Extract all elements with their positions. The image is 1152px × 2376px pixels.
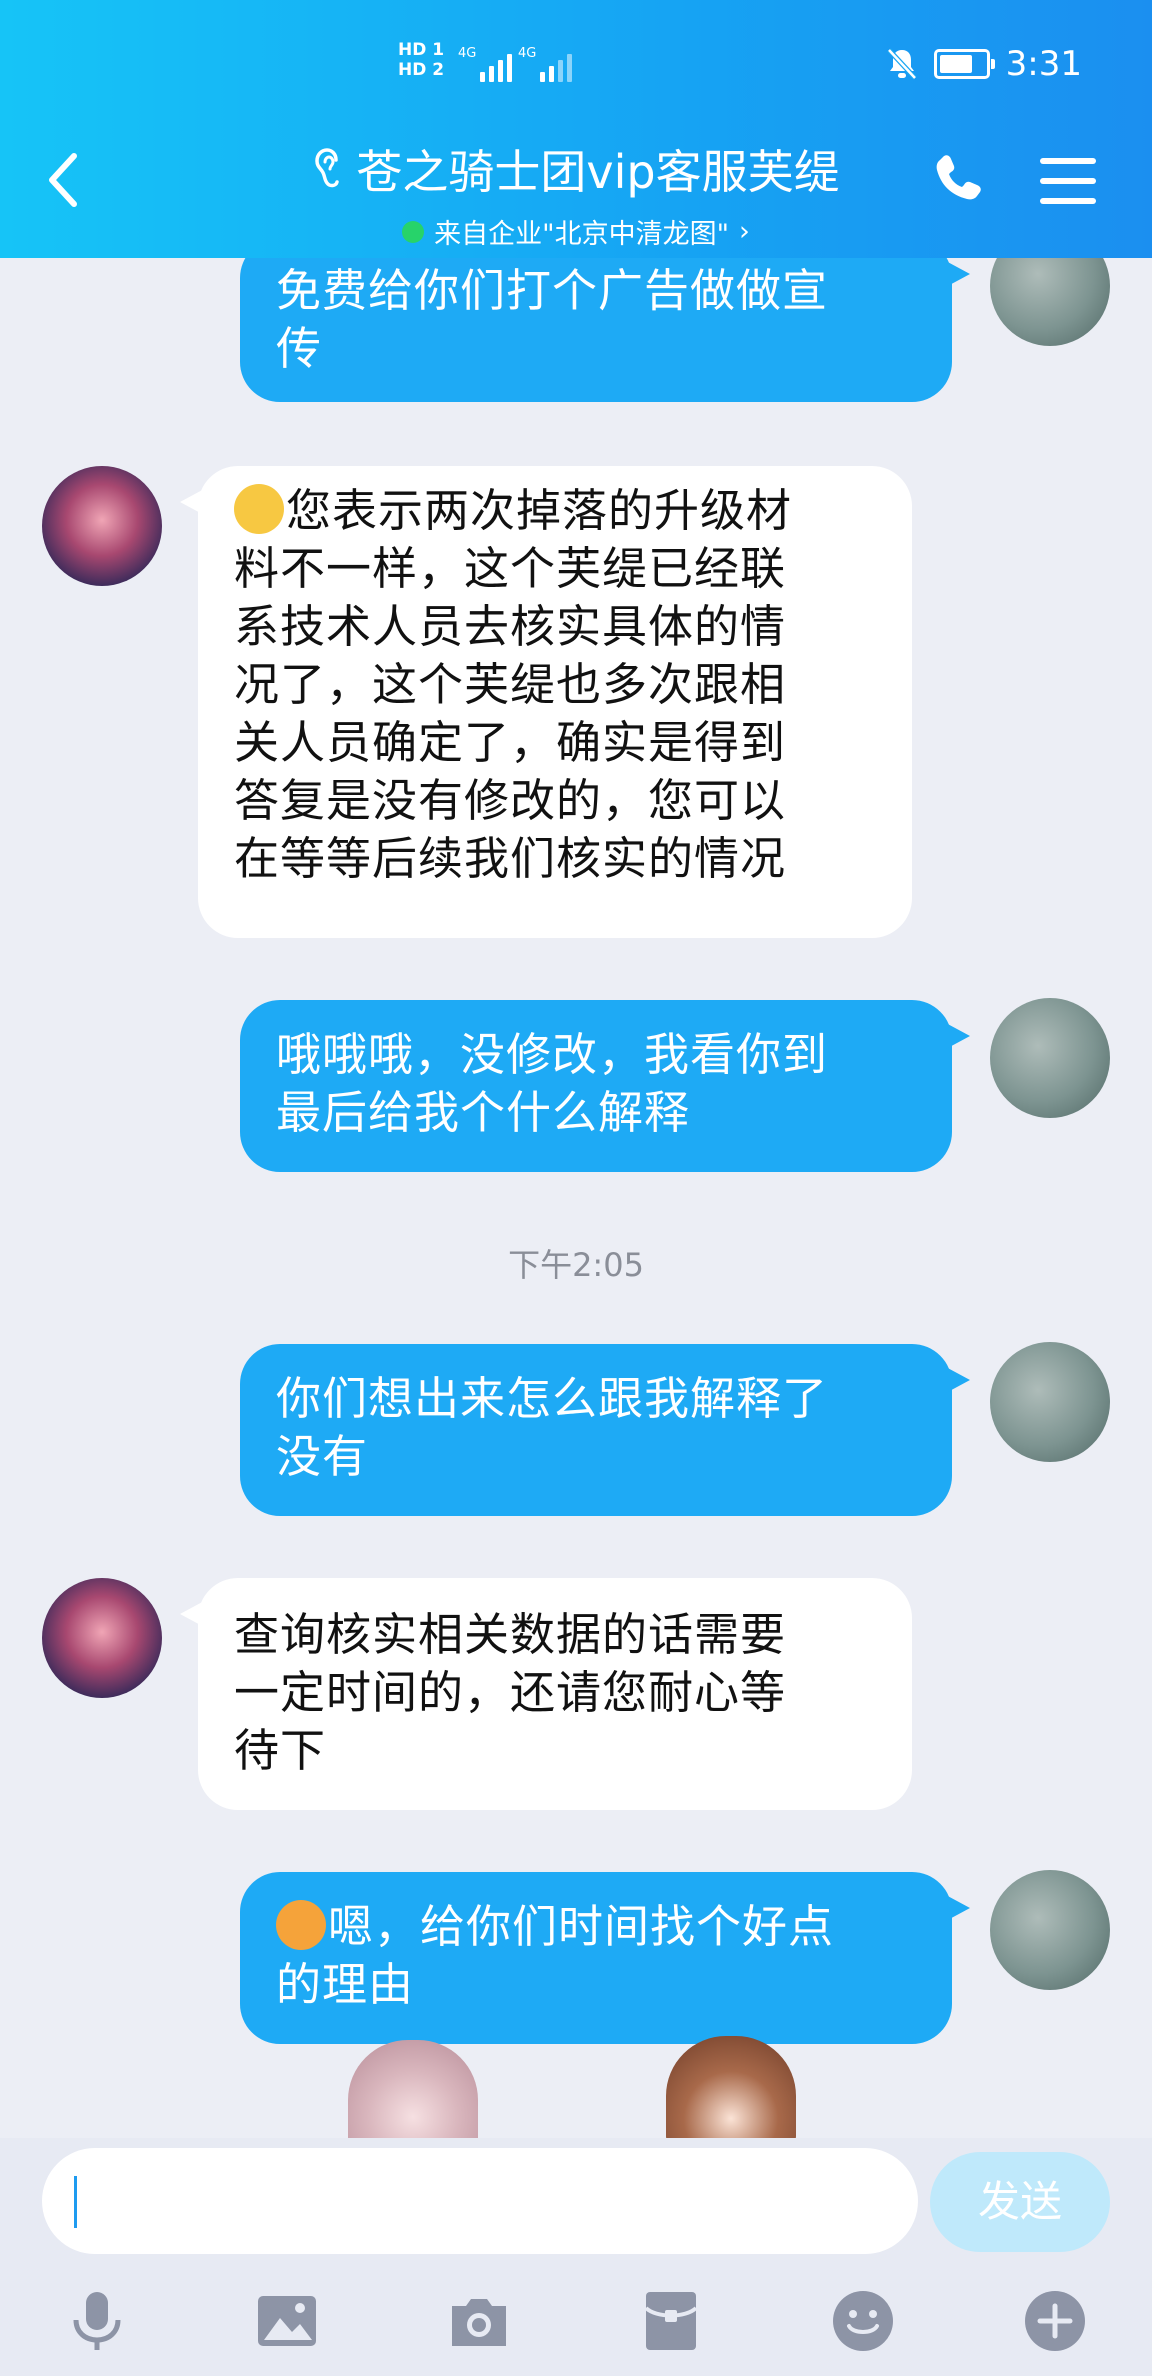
message-line: 没有	[276, 1430, 369, 1483]
girl-mascot-sticker	[348, 2040, 478, 2138]
message-bubble-incoming[interactable]: 您表示两次掉落的升级材 料不一样，这个芙缇已经联 系技术人员去核实具体的情 况了…	[180, 466, 912, 938]
battery-icon	[933, 49, 995, 79]
my-avatar[interactable]	[990, 998, 1110, 1118]
my-avatar[interactable]	[990, 258, 1110, 346]
sim1-label: HD 1	[398, 40, 445, 60]
status-right: 3:31	[886, 44, 1082, 84]
message-line: 免费给你们打个广告做做宣	[276, 264, 829, 317]
contact-title: 苍之骑士团vip客服芙缇	[312, 136, 840, 202]
emoji-icon[interactable]	[830, 2288, 896, 2354]
message-list[interactable]: 免费给你们打个广告做做宣 传 您表示两次掉落的升级材 料不一样，这个芙缇已经联 …	[0, 258, 1152, 2138]
message-input[interactable]	[42, 2148, 918, 2254]
red-packet-icon[interactable]	[638, 2288, 704, 2354]
sim-indicators: HD 1 HD 2	[398, 40, 444, 80]
message-bubble-outgoing[interactable]: 你们想出来怎么跟我解释了 没有	[240, 1344, 970, 1516]
message-line: 关人员确定了，确实是得到	[234, 716, 787, 769]
text-caret	[74, 2176, 77, 2228]
message-line: 最后给我个什么解释	[276, 1086, 691, 1139]
signal-strength-icon: 4G	[458, 46, 518, 82]
message-line: 料不一样，这个芙缇已经联	[234, 542, 787, 595]
message-bubble-incoming[interactable]: 查询核实相关数据的话需要 一定时间的，还请您耐心等 待下	[180, 1578, 912, 1810]
mute-bell-icon	[886, 48, 917, 80]
message-bubble-outgoing[interactable]: 哦哦哦，没修改，我看你到 最后给我个什么解释	[240, 1000, 970, 1172]
image-icon[interactable]	[254, 2288, 320, 2354]
camera-icon[interactable]	[446, 2288, 512, 2354]
input-toolbar	[0, 2268, 1152, 2368]
message-line: 系技术人员去核实具体的情	[234, 600, 787, 653]
message-line: 况了，这个芙缇也多次跟相	[234, 658, 787, 711]
plus-icon[interactable]	[1022, 2288, 1088, 2354]
ear-icon	[315, 148, 340, 188]
message-line: 待下	[234, 1724, 327, 1777]
send-button[interactable]: 发送	[930, 2152, 1110, 2252]
contact-name: 苍之骑士团vip客服芙缇	[356, 145, 840, 199]
message-bubble-outgoing[interactable]: 免费给你们打个广告做做宣 传	[240, 258, 970, 402]
sim2-label: HD 2	[398, 60, 445, 80]
menu-icon[interactable]	[1040, 158, 1096, 204]
sleepy-emoji-icon	[234, 484, 284, 534]
input-area: 发送	[0, 2138, 1152, 2376]
signal-strength-icon-2: 4G	[518, 46, 578, 82]
clock: 3:31	[1005, 44, 1082, 84]
message-line: 答复是没有修改的，您可以	[234, 774, 787, 827]
chevron-right-icon: ›	[739, 216, 750, 247]
my-avatar[interactable]	[990, 1870, 1110, 1990]
enterprise-source[interactable]: 来自企业"北京中清龙图" ›	[402, 212, 750, 251]
message-line: 你们想出来怎么跟我解释了	[276, 1372, 829, 1425]
message-bubble-outgoing[interactable]: 嗯，给你们时间找个好点 的理由	[240, 1872, 970, 2044]
phone-icon[interactable]	[930, 150, 986, 206]
service-avatar[interactable]	[42, 1578, 162, 1698]
message-line: 在等等后续我们核实的情况	[234, 832, 787, 885]
boy-mascot-sticker	[666, 2036, 796, 2138]
message-line: 传	[276, 322, 323, 375]
microphone-icon[interactable]	[64, 2288, 130, 2354]
message-line: 哦哦哦，没修改，我看你到	[276, 1028, 829, 1081]
service-avatar[interactable]	[42, 466, 162, 586]
message-line: 查询核实相关数据的话需要	[234, 1608, 787, 1661]
enterprise-label: 来自企业"北京中清龙图"	[434, 219, 730, 250]
message-line: 嗯，给你们时间找个好点	[276, 1898, 916, 1956]
my-avatar[interactable]	[990, 1342, 1110, 1462]
message-timestamp: 下午2:05	[508, 1246, 644, 1284]
chat-header: HD 1 HD 2 4G 4G 3:31 苍之骑士团vip客服芙缇 来自企业"北…	[0, 0, 1152, 258]
dog-emoji-icon	[276, 1900, 326, 1950]
message-line: 一定时间的，还请您耐心等	[234, 1666, 787, 1719]
online-dot-icon	[402, 220, 425, 243]
message-line: 的理由	[276, 1958, 415, 2011]
message-line: 您表示两次掉落的升级材	[234, 482, 876, 540]
status-bar: HD 1 HD 2 4G 4G 3:31	[0, 0, 1152, 120]
